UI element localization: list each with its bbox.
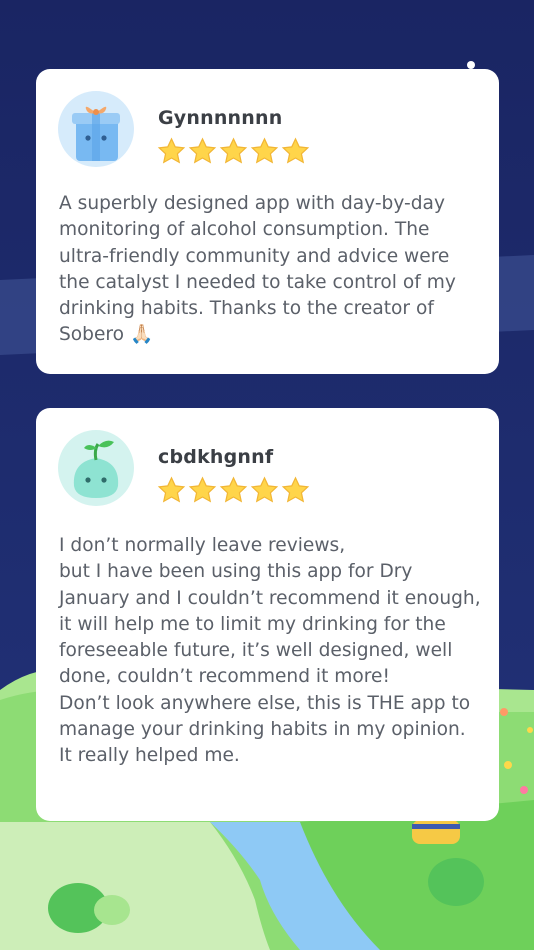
star-icon <box>281 137 310 164</box>
star-icon <box>219 137 248 164</box>
star-icon <box>219 476 248 503</box>
gift-box-mascot-icon <box>72 106 120 161</box>
rating-stars <box>157 476 310 506</box>
review-text: A superbly designed app with day-by-day … <box>59 193 456 346</box>
star-icon <box>157 137 186 164</box>
star-dot <box>467 61 475 69</box>
user-avatar <box>58 91 134 167</box>
user-avatar <box>58 430 134 506</box>
username: cbdkhgnnf <box>158 446 274 468</box>
review-card: Gynnnnnnn A superbly designed app with d… <box>36 69 499 374</box>
sprout-mascot-icon <box>73 440 119 498</box>
star-icon <box>188 137 217 164</box>
review-text: I don’t normally leave reviews, but I ha… <box>59 535 481 767</box>
boat <box>412 820 460 844</box>
star-icon <box>157 476 186 503</box>
star-icon <box>250 476 279 503</box>
bush <box>94 895 130 925</box>
review-card: cbdkhgnnf I don’t normally leave reviews… <box>36 408 499 821</box>
star-icon <box>188 476 217 503</box>
star-icon <box>250 137 279 164</box>
rating-stars <box>157 137 310 167</box>
bush <box>428 858 484 906</box>
username: Gynnnnnnn <box>158 107 283 129</box>
star-icon <box>281 476 310 503</box>
